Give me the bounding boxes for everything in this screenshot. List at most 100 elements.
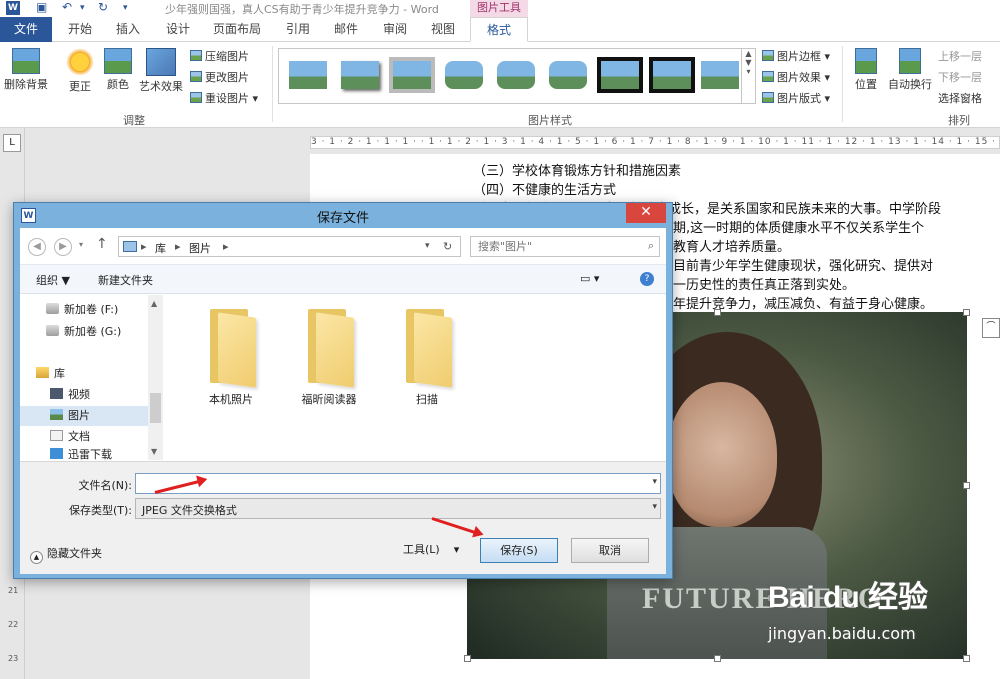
tab-format[interactable]: 格式 <box>470 17 528 42</box>
new-folder-button[interactable]: 新建文件夹 <box>98 272 153 288</box>
filetype-dropdown-icon[interactable]: ▾ <box>652 502 657 512</box>
help-icon[interactable]: ? <box>640 272 654 286</box>
resize-handle[interactable] <box>714 655 721 662</box>
picture-layout-button[interactable]: 图片版式 ▾ <box>762 90 830 106</box>
scroll-up-icon[interactable]: ▲ <box>151 299 157 308</box>
redo-icon[interactable]: ↻ <box>98 0 108 14</box>
tools-button[interactable]: 工具(L) ▾ <box>403 541 459 557</box>
resize-handle[interactable] <box>963 482 970 489</box>
style-option-6[interactable] <box>545 57 591 93</box>
nav-item-documents[interactable]: 文档 <box>20 427 148 447</box>
up-icon[interactable]: ↑ <box>96 236 108 252</box>
style-option-1[interactable] <box>285 57 331 93</box>
title-bar: W ▣ ↶ ▾ ↻ ▾ 少年强则国强，真人CS有助于青少年提升竞争力 - Wor… <box>0 0 1000 17</box>
nav-item-xunlei-download[interactable]: 迅雷下载 <box>20 448 148 460</box>
filetype-select[interactable]: JPEG 文件交换格式 ▾ <box>135 498 661 519</box>
save-icon[interactable]: ▣ <box>36 0 47 14</box>
reset-picture-button[interactable]: 重设图片 ▾ <box>190 90 258 106</box>
tab-selector[interactable]: L <box>3 134 21 152</box>
download-icon <box>50 448 63 459</box>
scroll-thumb[interactable] <box>150 393 161 423</box>
artistic-effects-button[interactable]: 艺术效果 <box>136 48 186 94</box>
nav-item-drive-f[interactable]: 新加卷 (F:) <box>20 300 148 320</box>
color-button[interactable]: 颜色 <box>102 48 134 92</box>
close-button[interactable]: ✕ <box>626 203 666 223</box>
tab-review[interactable]: 审阅 <box>375 17 415 42</box>
customize-qat-icon[interactable]: ▾ <box>123 3 128 13</box>
horizontal-ruler: 3 · 1 · 2 · 1 · 1 · 1 · · 1 · 1 · 2 · 1 … <box>25 128 1000 154</box>
change-picture-button[interactable]: 更改图片 <box>190 69 249 85</box>
nav-item-videos[interactable]: 视频 <box>20 385 148 405</box>
picture-effects-button[interactable]: 图片效果 ▾ <box>762 69 830 85</box>
corrections-label: 更正 <box>69 80 91 93</box>
drive-icon <box>46 303 59 314</box>
picture-icon <box>50 409 63 420</box>
tab-page-layout[interactable]: 页面布局 <box>206 17 268 42</box>
ruler-scale[interactable]: 3 · 1 · 2 · 1 · 1 · 1 · · 1 · 1 · 2 · 1 … <box>310 136 1000 149</box>
nav-item-drive-g[interactable]: 新加卷 (G:) <box>20 322 148 342</box>
tab-view[interactable]: 视图 <box>423 17 463 42</box>
search-box[interactable]: ⌕ <box>470 236 660 257</box>
position-button[interactable]: 位置 <box>848 48 884 92</box>
word-app-icon[interactable]: W <box>6 1 20 15</box>
tab-design[interactable]: 设计 <box>158 17 198 42</box>
style-option-4[interactable] <box>441 57 487 93</box>
style-option-9[interactable] <box>697 57 743 93</box>
scroll-down-icon[interactable]: ▼ <box>151 447 157 456</box>
wrap-text-button[interactable]: 自动换行 <box>886 48 934 92</box>
picture-styles-gallery[interactable]: ▲ ▼ ▾ <box>278 48 756 104</box>
gallery-scroll[interactable]: ▲ ▼ ▾ <box>741 49 755 103</box>
recent-locations-icon[interactable]: ▾ <box>79 240 83 249</box>
breadcrumb-library[interactable]: 库 <box>155 240 166 256</box>
ruler-number: 23 <box>8 654 19 663</box>
layout-options-icon[interactable]: ⌒ <box>982 318 1000 338</box>
style-option-5[interactable] <box>493 57 539 93</box>
style-option-8[interactable] <box>649 57 695 93</box>
filename-combo[interactable]: ▾ <box>135 473 661 494</box>
nav-scrollbar[interactable]: ▲ ▼ <box>148 295 163 460</box>
nav-item-pictures[interactable]: 图片 <box>20 406 148 426</box>
tab-home[interactable]: 开始 <box>60 17 100 42</box>
folder-item[interactable]: 扫描 <box>382 305 472 407</box>
tab-references[interactable]: 引用 <box>278 17 318 42</box>
filename-input[interactable] <box>136 474 636 493</box>
cancel-button[interactable]: 取消 <box>571 538 649 563</box>
filetype-label: 保存类型(T): <box>68 504 132 517</box>
resize-handle[interactable] <box>963 309 970 316</box>
corrections-button[interactable]: 更正 <box>62 48 98 94</box>
undo-icon[interactable]: ↶ <box>62 0 72 14</box>
refresh-icon[interactable]: ↻ <box>443 240 452 253</box>
resize-handle[interactable] <box>963 655 970 662</box>
view-options-icon[interactable]: ▭ ▾ <box>580 272 599 285</box>
organize-button[interactable]: 组织 ▼ <box>36 272 70 288</box>
address-dropdown-icon[interactable]: ▾ <box>425 241 430 251</box>
resize-handle[interactable] <box>714 309 721 316</box>
filename-dropdown-icon[interactable]: ▾ <box>652 477 657 487</box>
style-option-2[interactable] <box>337 57 383 93</box>
resize-handle[interactable] <box>464 655 471 662</box>
dialog-title-bar[interactable]: W 保存文件 ✕ <box>14 203 672 227</box>
style-option-3[interactable] <box>389 57 435 93</box>
back-icon[interactable]: ◀ <box>28 238 46 256</box>
send-backward-button[interactable]: 下移一层 <box>938 69 982 85</box>
nav-item-library[interactable]: 库 <box>20 364 148 384</box>
folder-item[interactable]: 福昕阅读器 <box>284 305 374 407</box>
style-option-7[interactable] <box>597 57 643 93</box>
search-input[interactable] <box>471 237 636 256</box>
bring-forward-button[interactable]: 上移一层 <box>938 48 982 64</box>
selection-pane-button[interactable]: 选择窗格 <box>938 90 982 106</box>
save-button[interactable]: 保存(S) <box>480 538 558 563</box>
tab-file[interactable]: 文件 <box>0 17 52 42</box>
forward-icon[interactable]: ▶ <box>54 238 72 256</box>
compress-pictures-button[interactable]: 压缩图片 <box>190 48 249 64</box>
tab-mailings[interactable]: 邮件 <box>326 17 366 42</box>
breadcrumb-pictures[interactable]: 图片 <box>189 240 211 256</box>
undo-dropdown-icon[interactable]: ▾ <box>80 3 85 13</box>
remove-background-button[interactable]: 删除背景 <box>3 48 49 92</box>
address-bar[interactable]: ▸ 库 ▸ 图片 ▸ ▾ ↻ <box>118 236 461 257</box>
folder-item[interactable]: 本机照片 <box>186 305 276 407</box>
picture-border-button[interactable]: 图片边框 ▾ <box>762 48 830 64</box>
tab-insert[interactable]: 插入 <box>108 17 148 42</box>
hide-folders-toggle[interactable]: ▲ 隐藏文件夹 <box>30 545 102 564</box>
folder-icon <box>400 305 454 388</box>
